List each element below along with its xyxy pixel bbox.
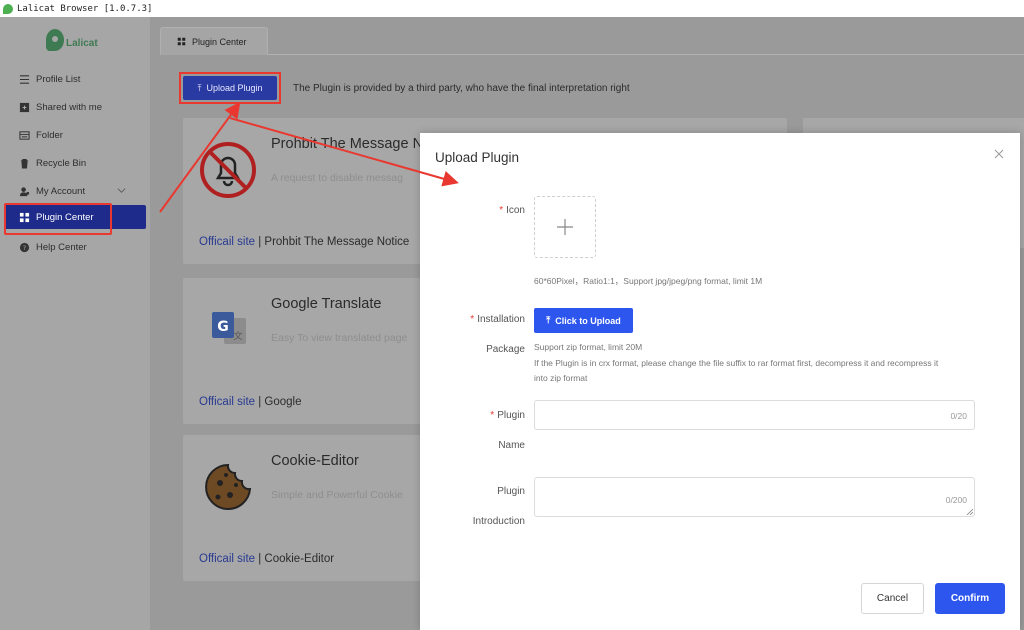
install-hint-1: Support zip format, limit 20M: [534, 342, 643, 352]
plugin-footer: Officail site | Cookie-Editor: [199, 553, 334, 565]
plugin-source: | Prohbit The Message Notice: [255, 236, 410, 248]
window-title: Lalicat Browser [1.0.7.3]: [17, 3, 153, 14]
account-icon: [18, 185, 30, 197]
logo-text: Lalicat: [66, 37, 98, 49]
plugin-source: | Google: [255, 396, 302, 408]
sidebar-item-help-center[interactable]: ? Help Center: [0, 233, 150, 261]
installation-package-label-2: Package: [486, 344, 525, 355]
sidebar-item-label: Folder: [36, 129, 63, 141]
plugin-description: Easy To view translated page: [271, 332, 408, 344]
title-bar: Lalicat Browser [1.0.7.3]: [0, 0, 1024, 17]
logo-icon: [46, 29, 64, 51]
third-party-notice: The Plugin is provided by a third party,…: [293, 82, 630, 94]
plugin-source: | Cookie-Editor: [255, 553, 335, 565]
sidebar-item-label: Recycle Bin: [36, 157, 87, 169]
no-notification-icon: [200, 142, 256, 198]
google-translate-icon: G 文: [212, 312, 246, 344]
click-to-upload-button[interactable]: ⤒ Click to Upload: [534, 308, 633, 333]
official-site-link[interactable]: Officail site: [199, 236, 255, 248]
icon-hint: 60*60Pixel，Ratio1:1，Support jpg/jpeg/png…: [534, 276, 763, 286]
confirm-button[interactable]: Confirm: [935, 583, 1005, 614]
cookie-icon: [205, 463, 252, 510]
sidebar-item-plugin-center[interactable]: Plugin Center: [4, 203, 146, 235]
plugin-intro-label: Plugin: [497, 486, 525, 497]
icon-uploader[interactable]: [534, 196, 596, 258]
plugin-name: Google Translate: [271, 296, 382, 312]
sidebar: Lalicat Profile List Shared with me Fold…: [0, 17, 150, 630]
grid-icon: [18, 211, 30, 223]
divider: [268, 54, 1024, 55]
grid-icon: [177, 37, 186, 46]
sidebar-item-shared[interactable]: Shared with me: [0, 93, 150, 121]
official-site-link[interactable]: Officail site: [199, 396, 255, 408]
char-count: 0/200: [945, 495, 967, 505]
sidebar-item-folder[interactable]: Folder: [0, 121, 150, 149]
svg-text:?: ?: [22, 243, 25, 251]
plugin-footer: Officail site | Prohbit The Message Noti…: [199, 236, 409, 248]
char-count: 0/20: [950, 411, 967, 421]
sidebar-item-my-account[interactable]: My Account: [0, 177, 150, 205]
plugin-footer: Officail site | Google: [199, 396, 302, 408]
sidebar-item-label: Shared with me: [36, 101, 103, 113]
upload-plugin-dialog: Upload Plugin * Icon 60*60Pixel，Ratio1:1，…: [420, 133, 1020, 630]
upload-plugin-label: Upload Plugin: [206, 83, 263, 93]
tab-label: Plugin Center: [192, 36, 247, 47]
svg-text:G: G: [217, 319, 229, 335]
plugin-name: Prohbit The Message N: [271, 136, 424, 152]
upload-plugin-button[interactable]: ⤒ Upload Plugin: [183, 76, 277, 100]
shared-icon: [18, 101, 30, 113]
plugin-description: Simple and Powerful Cookie: [271, 489, 403, 501]
upload-icon: ⤒: [197, 82, 202, 93]
app-icon: [3, 3, 13, 14]
sidebar-item-profile-list[interactable]: Profile List: [0, 65, 150, 93]
install-hint-3: into zip format: [534, 373, 588, 383]
help-icon: ?: [18, 241, 30, 253]
plugin-name-input[interactable]: 0/20: [534, 400, 975, 430]
plugin-intro-label-2: Introduction: [472, 516, 525, 527]
upload-icon: ⤒: [546, 315, 551, 325]
sidebar-nav: Profile List Shared with me Folder Recyc…: [0, 65, 150, 261]
install-hint-2: If the Plugin is in crx format, please c…: [534, 358, 939, 368]
sidebar-item-label: My Account: [36, 185, 86, 197]
plugin-name-label-2: Name: [498, 440, 525, 451]
sidebar-item-label: Profile List: [36, 73, 81, 85]
icon-label: * Icon: [499, 205, 525, 216]
close-icon[interactable]: [994, 149, 1004, 159]
official-site-link[interactable]: Officail site: [199, 553, 255, 565]
resize-handle-icon[interactable]: [967, 509, 973, 515]
chevron-down-icon[interactable]: [117, 186, 126, 195]
click-upload-label: Click to Upload: [555, 315, 621, 326]
sidebar-item-label: Help Center: [36, 241, 87, 253]
upload-row: ⤒ Upload Plugin The Plugin is provided b…: [179, 72, 630, 104]
plugin-name-label: * Plugin: [490, 410, 525, 421]
plus-icon: [557, 219, 573, 235]
dialog-title: Upload Plugin: [435, 150, 520, 165]
installation-package-label: * Installation: [470, 314, 525, 325]
plugin-name: Cookie-Editor: [271, 453, 359, 469]
trash-icon: [18, 157, 30, 169]
sidebar-item-label: Plugin Center: [36, 211, 94, 223]
list-icon: [18, 73, 30, 85]
folder-icon: [18, 129, 30, 141]
sidebar-item-recycle-bin[interactable]: Recycle Bin: [0, 149, 150, 177]
cancel-button[interactable]: Cancel: [861, 583, 924, 614]
tab-plugin-center[interactable]: Plugin Center: [160, 27, 268, 55]
plugin-intro-textarea[interactable]: 0/200: [534, 477, 975, 517]
plugin-description: A request to disable messag: [271, 172, 403, 184]
svg-text:文: 文: [233, 330, 242, 342]
logo: Lalicat: [46, 29, 98, 51]
